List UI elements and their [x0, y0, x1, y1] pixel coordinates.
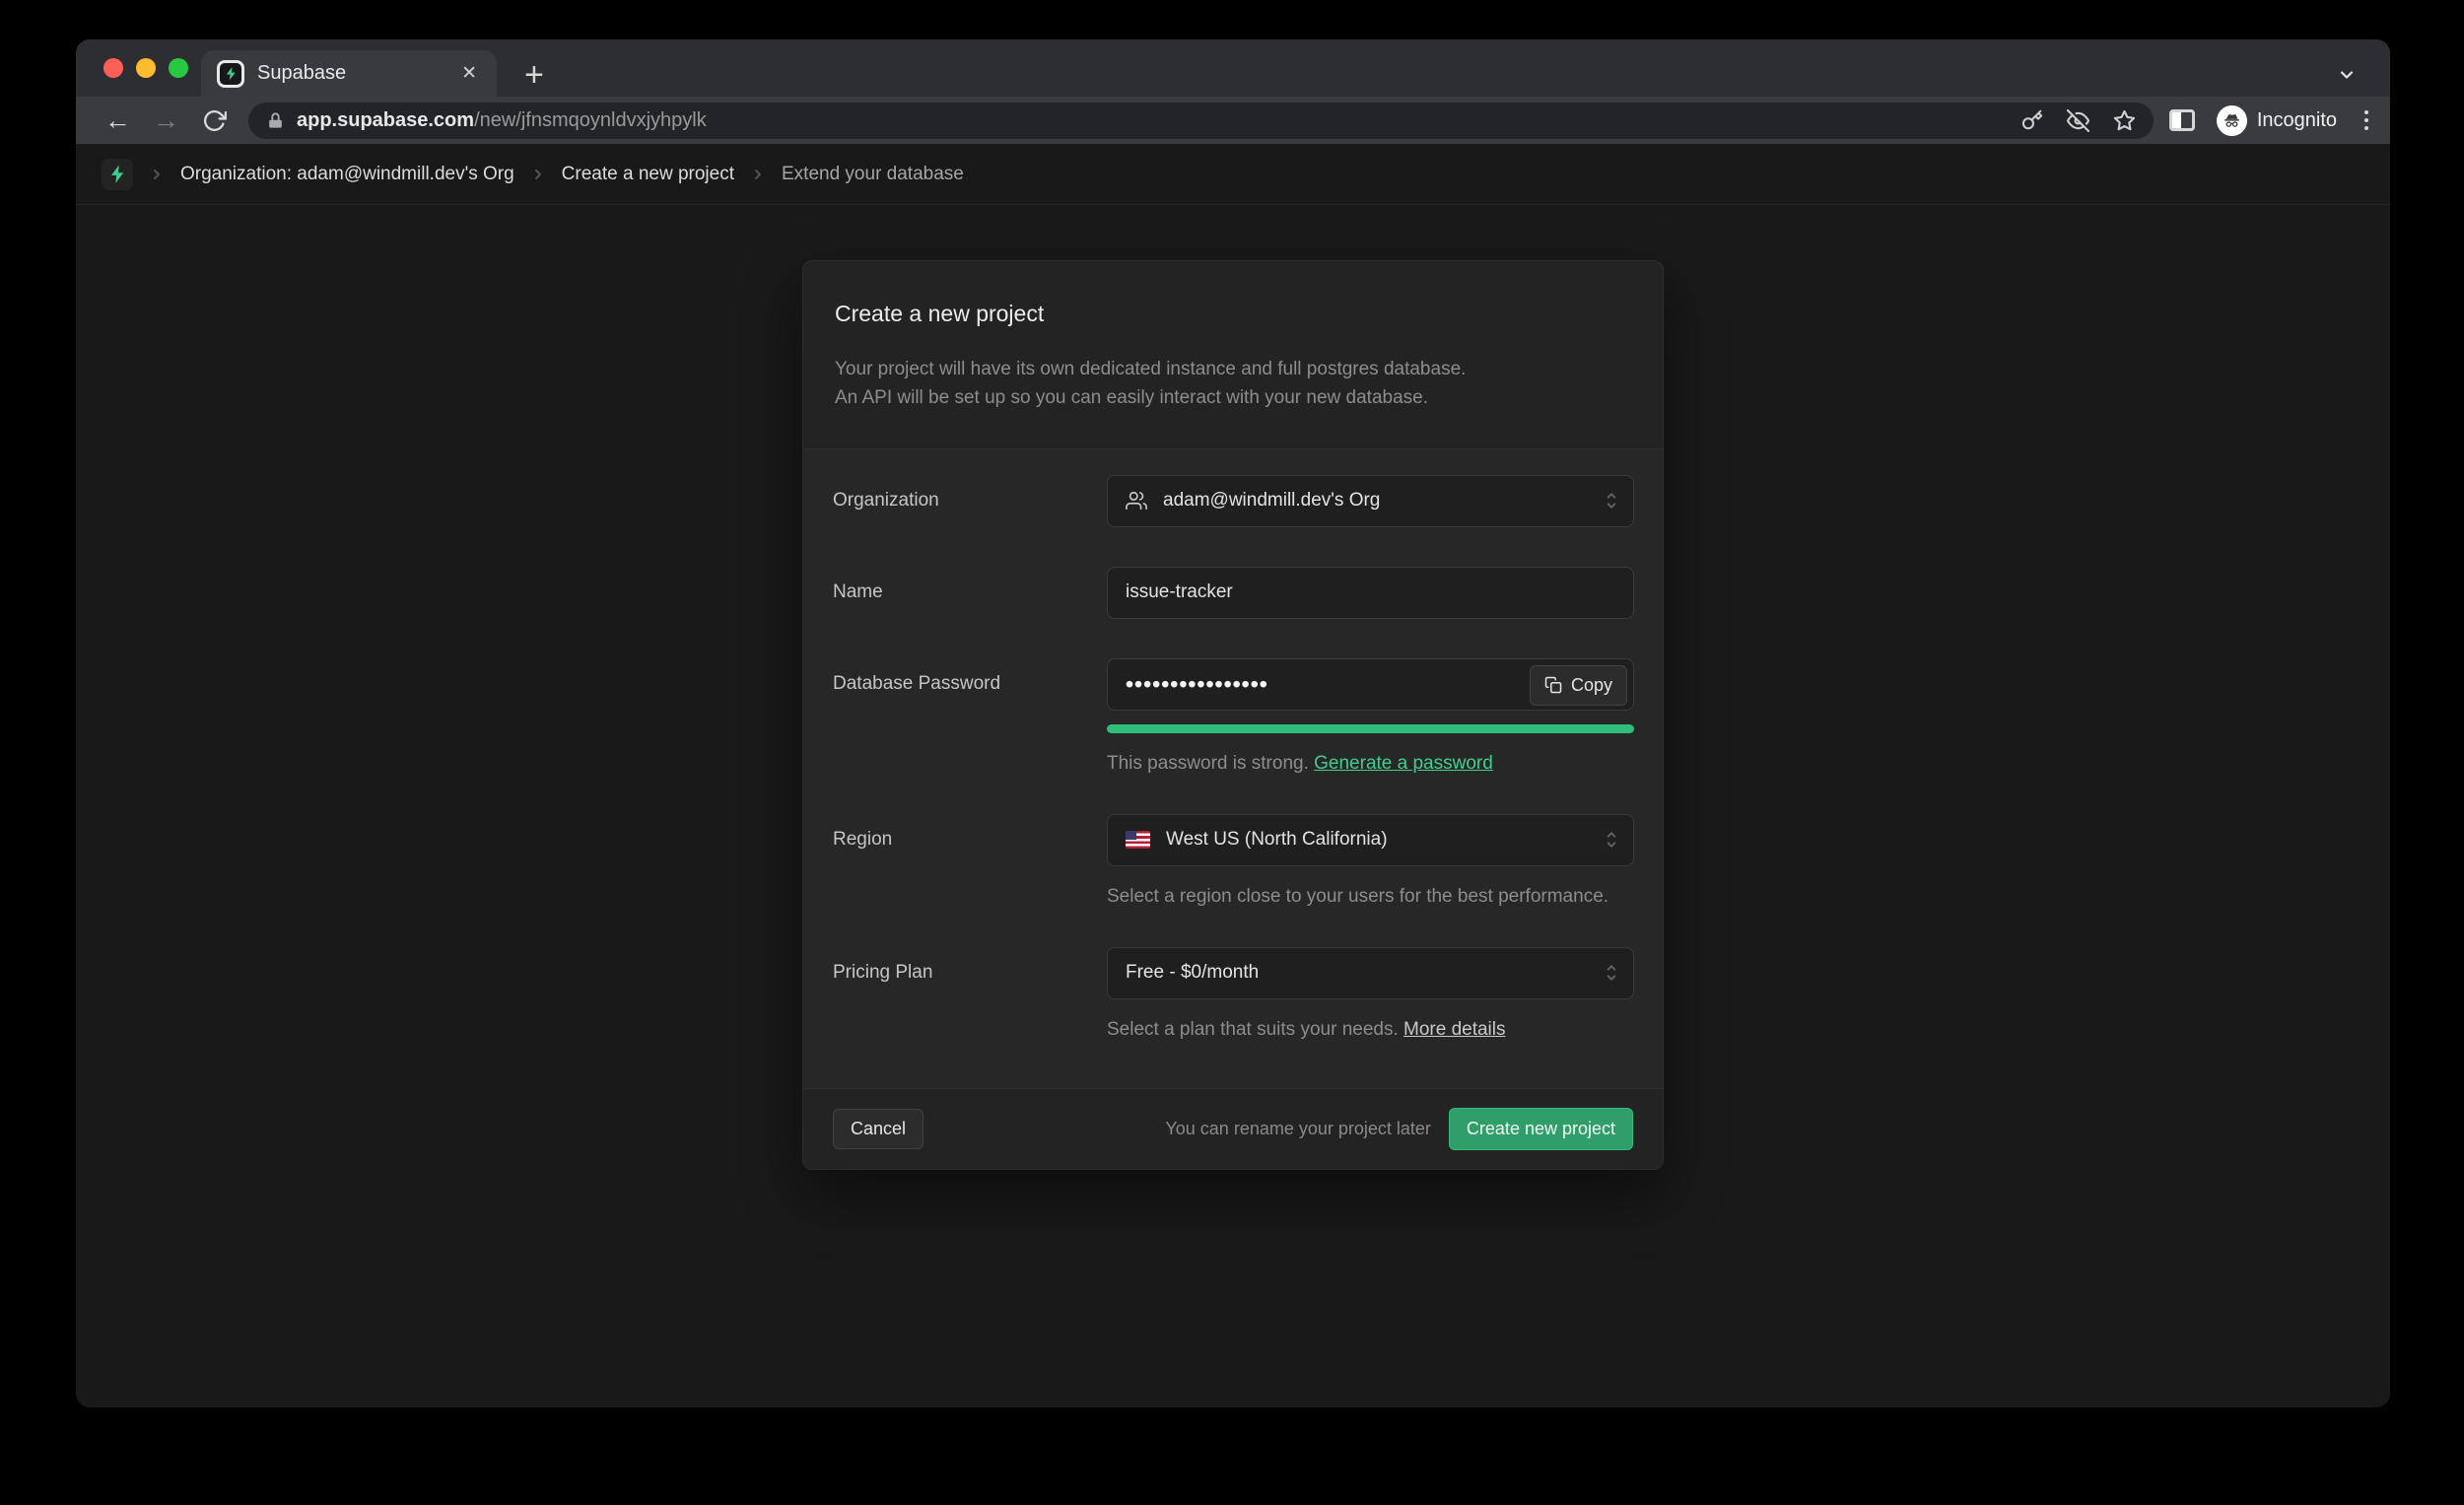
region-row: Region West US (North California) Select…	[833, 814, 1634, 908]
window-minimize-button[interactable]	[136, 58, 156, 78]
breadcrumb-item-create-project[interactable]: Create a new project	[562, 164, 734, 185]
window-zoom-button[interactable]	[169, 58, 188, 78]
organization-row: Organization adam@windmill.dev's Org	[833, 475, 1634, 527]
browser-menu-icon[interactable]	[2361, 106, 2372, 134]
organization-select[interactable]: adam@windmill.dev's Org	[1107, 475, 1634, 527]
panel-title: Create a new project	[835, 301, 1631, 327]
page-content: Organization: adam@windmill.dev's Org Cr…	[76, 144, 2390, 1407]
rename-note: You can rename your project later	[1165, 1119, 1431, 1139]
tab-search-chevron-icon[interactable]	[2337, 65, 2357, 85]
more-details-link[interactable]: More details	[1403, 1019, 1506, 1040]
name-input[interactable]	[1126, 581, 1615, 603]
breadcrumb: Organization: adam@windmill.dev's Org Cr…	[76, 144, 2390, 205]
pricing-value: Free - $0/month	[1126, 962, 1259, 984]
copy-password-button[interactable]: Copy	[1530, 665, 1627, 706]
region-value: West US (North California)	[1166, 829, 1388, 851]
panel-description-line2: An API will be set up so you can easily …	[835, 383, 1631, 412]
reload-button[interactable]	[202, 108, 227, 133]
lock-icon[interactable]	[266, 111, 285, 130]
pricing-label: Pricing Plan	[833, 947, 1107, 1041]
incognito-badge: Incognito	[2217, 105, 2337, 136]
tab-close-icon[interactable]: ✕	[457, 60, 481, 87]
copy-icon	[1544, 676, 1562, 694]
us-flag-icon	[1126, 831, 1150, 849]
panel-body: Organization adam@windmill.dev's Org	[803, 448, 1663, 1088]
window-close-button[interactable]	[103, 58, 123, 78]
region-label: Region	[833, 814, 1107, 908]
select-chevrons-icon	[1604, 963, 1619, 983]
back-button[interactable]: ←	[104, 107, 131, 134]
password-label: Database Password	[833, 658, 1107, 775]
browser-tab-supabase[interactable]: Supabase ✕	[201, 50, 497, 97]
toolbar-right: Incognito	[2169, 105, 2372, 136]
supabase-favicon-icon	[217, 60, 244, 88]
new-tab-button[interactable]: +	[524, 58, 544, 92]
password-key-icon[interactable]	[2021, 109, 2043, 131]
password-helper: This password is strong. Generate a pass…	[1107, 753, 1634, 775]
tab-title: Supabase	[257, 62, 457, 85]
pricing-helper-text: Select a plan that suits your needs.	[1107, 1019, 1399, 1040]
url-domain: app.supabase.com	[297, 109, 474, 131]
forward-button[interactable]: →	[153, 107, 179, 134]
eye-off-icon[interactable]	[2067, 109, 2089, 132]
window-controls	[103, 58, 188, 78]
chevron-right-icon	[750, 167, 766, 182]
name-row: Name	[833, 567, 1634, 619]
cancel-button[interactable]: Cancel	[833, 1109, 924, 1149]
panel-description-line1: Your project will have its own dedicated…	[835, 355, 1631, 383]
pricing-row: Pricing Plan Free - $0/month Select a pl…	[833, 947, 1634, 1041]
supabase-logo-icon[interactable]	[102, 159, 133, 190]
url-path: /new/jfnsmqoynldvxjyhpylk	[474, 109, 707, 131]
password-field-wrap: Copy	[1107, 658, 1634, 711]
pricing-select[interactable]: Free - $0/month	[1107, 947, 1634, 999]
panel-description: Your project will have its own dedicated…	[835, 355, 1631, 413]
name-field-wrap	[1107, 567, 1634, 619]
region-helper: Select a region close to your users for …	[1107, 886, 1634, 908]
users-icon	[1126, 490, 1147, 512]
side-panel-icon[interactable]	[2169, 109, 2195, 131]
name-label: Name	[833, 567, 1107, 619]
bookmark-star-icon[interactable]	[2113, 109, 2136, 132]
region-select[interactable]: West US (North California)	[1107, 814, 1634, 866]
incognito-icon	[2217, 105, 2247, 136]
chevron-right-icon	[530, 167, 546, 182]
password-strength-bar	[1107, 724, 1634, 733]
breadcrumb-item-extend-database: Extend your database	[782, 164, 964, 185]
select-chevrons-icon	[1604, 830, 1619, 850]
organization-value: adam@windmill.dev's Org	[1163, 490, 1380, 512]
address-bar[interactable]: app.supabase.com/new/jfnsmqoynldvxjyhpyl…	[248, 103, 2154, 139]
create-project-panel: Create a new project Your project will h…	[802, 260, 1664, 1170]
select-chevrons-icon	[1604, 491, 1619, 511]
generate-password-link[interactable]: Generate a password	[1314, 753, 1493, 774]
pricing-helper: Select a plan that suits your needs. Mor…	[1107, 1019, 1634, 1041]
create-new-project-button[interactable]: Create new project	[1449, 1108, 1633, 1150]
browser-toolbar: ← → app.supabase.com/new/jfnsmqoynldvxjy…	[76, 97, 2390, 144]
incognito-label: Incognito	[2257, 109, 2337, 132]
breadcrumb-item-organization[interactable]: Organization: adam@windmill.dev's Org	[180, 164, 514, 185]
tab-strip: Supabase ✕ +	[76, 39, 2390, 97]
password-row: Database Password Copy	[833, 658, 1634, 775]
panel-footer: Cancel You can rename your project later…	[803, 1088, 1663, 1169]
browser-window: Supabase ✕ + ← → app.supabase.com/new/jf…	[76, 39, 2390, 1407]
url-text[interactable]: app.supabase.com/new/jfnsmqoynldvxjyhpyl…	[297, 109, 1998, 132]
copy-label: Copy	[1571, 675, 1612, 696]
panel-header: Create a new project Your project will h…	[803, 261, 1663, 448]
password-strength-text: This password is strong.	[1107, 753, 1309, 774]
chevron-right-icon	[149, 167, 165, 182]
organization-label: Organization	[833, 475, 1107, 527]
